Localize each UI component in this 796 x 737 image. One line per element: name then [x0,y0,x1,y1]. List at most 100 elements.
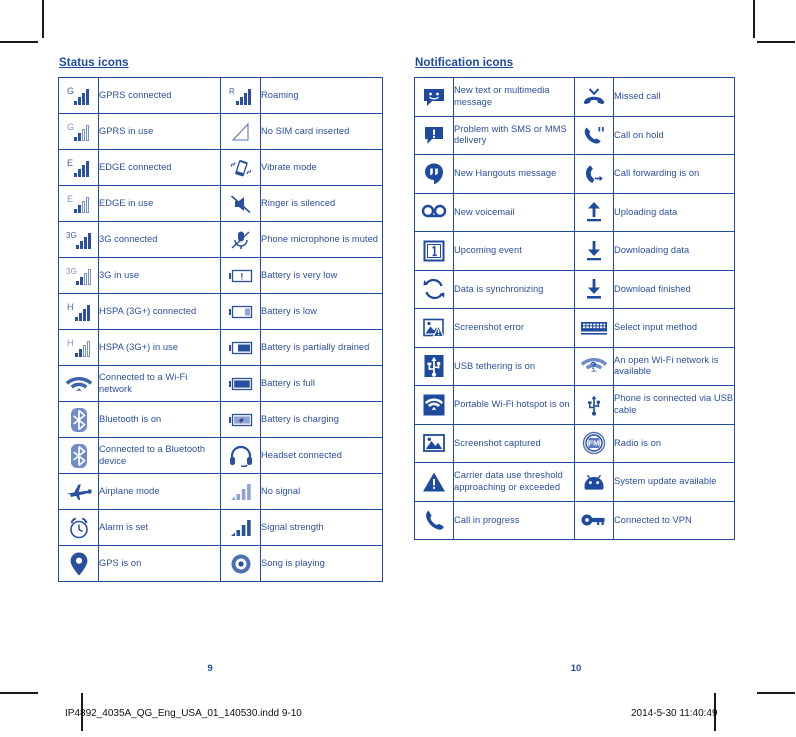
svg-text:G: G [67,86,74,96]
svg-text:?: ? [590,361,596,372]
svg-text:3G: 3G [66,231,77,240]
status-label: GPRS connected [98,77,221,114]
notification-label: Call on hold [613,115,735,155]
gps-on-icon [58,545,99,582]
upcoming-event-icon [414,231,454,271]
headset-connected-icon [220,437,261,474]
status-label: Headset connected [260,437,383,474]
notification-label: Screenshot captured [453,423,575,463]
status-label: EDGE connected [98,149,221,186]
crop-mark-bottom-left-horizontal [0,692,38,694]
battery-full-icon [220,365,261,402]
table-row: Upcoming event Downloading data [414,231,735,271]
alarm-set-icon [58,509,99,546]
print-timestamp: 2014-5-30 11:40:49 [631,708,718,719]
table-row: Airplane mode No signal [58,473,383,510]
status-label: 3G connected [98,221,221,258]
notification-label: Connected to VPN [613,500,735,540]
uploading-data-icon [574,192,614,232]
3g-in-use-icon: 3G [58,257,99,294]
table-row: Screenshot captured FM Radio is on [414,423,735,463]
downloading-data-icon [574,231,614,271]
battery-low-icon [220,293,261,330]
table-row: Carrier data use threshold approaching o… [414,462,735,502]
table-row: Portable Wi-Fi hotspot is on Phone is co… [414,385,735,425]
status-label: HSPA (3G+) in use [98,329,221,366]
table-row: New voicemail Uploading data [414,192,735,232]
right-page-number: 10 [570,663,582,674]
table-row: Connected to a Wi-Fi network Battery is … [58,365,383,402]
missed-call-icon [574,77,614,117]
usb-connected-icon [574,385,614,425]
svg-text:FM: FM [589,439,600,448]
battery-very-low-icon [220,257,261,294]
left-page-number: 9 [207,663,213,674]
table-row: GPS is on Song is playing [58,545,383,582]
wifi-connected-icon [58,365,99,402]
status-label: Battery is charging [260,401,383,438]
status-label: Roaming [260,77,383,114]
table-row: New Hangouts message Call forwarding is … [414,154,735,194]
notification-label: New voicemail [453,192,575,232]
notification-label: New Hangouts message [453,154,575,194]
status-label: No SIM card inserted [260,113,383,150]
voicemail-icon [414,192,454,232]
print-filename: IP4892_4035A_QG_Eng_USA_01_140530.indd 9… [65,708,302,719]
status-label: Battery is partially drained [260,329,383,366]
edge-connected-icon: E [58,149,99,186]
open-wifi-available-icon: ? [574,346,614,386]
table-row: Bluetooth is on Battery is charging [58,401,383,438]
manual-page-spread: Status icons Notification icons G GPRS c… [0,0,796,737]
status-label: Song is playing [260,545,383,582]
table-row: Screenshot error Select input method [414,308,735,348]
status-icons-table: G GPRS connected R Roaming G GPRS in use… [58,77,383,582]
crop-mark-top-right-vertical [753,0,755,38]
notification-label: New text or multimedia message [453,77,575,117]
notification-label: Select input method [613,308,735,348]
battery-partially-drained-icon [220,329,261,366]
vpn-connected-icon [574,500,614,540]
bluetooth-connected-icon [58,437,99,474]
notification-icons-table: New text or multimedia message Missed ca… [414,77,735,540]
airplane-mode-icon [58,473,99,510]
status-label: Connected to a Bluetooth device [98,437,221,474]
status-label: Battery is full [260,365,383,402]
notification-label: Call forwarding is on [613,154,735,194]
status-label: Ringer is silenced [260,185,383,222]
svg-text:E: E [67,158,73,168]
table-row: H HSPA (3G+) in use Battery is partially… [58,329,383,366]
screenshot-error-icon [414,308,454,348]
usb-tethering-icon [414,346,454,386]
svg-text:H: H [67,302,74,312]
notification-label: Phone is connected via USB cable [613,385,735,425]
screenshot-captured-icon [414,423,454,463]
table-row: Call in progress Connected to VPN [414,500,735,540]
system-update-icon [574,462,614,502]
hspa-in-use-icon: H [58,329,99,366]
notification-label: Screenshot error [453,308,575,348]
notification-label: Upcoming event [453,231,575,271]
no-signal-icon [220,473,261,510]
svg-text:G: G [67,122,74,132]
no-sim-card-icon [220,113,261,150]
hspa-connected-icon: H [58,293,99,330]
notification-label: Missed call [613,77,735,117]
status-label: Phone microphone is muted [260,221,383,258]
notification-label: Uploading data [613,192,735,232]
vibrate-mode-icon [220,149,261,186]
notification-label: Radio is on [613,423,735,463]
svg-text:E: E [67,194,73,204]
message-problem-icon [414,115,454,155]
notification-label: Portable Wi-Fi hotspot is on [453,385,575,425]
portable-hotspot-icon [414,385,454,425]
table-row: 3G 3G connected Phone microphone is mute… [58,221,383,258]
table-row: 3G 3G in use Battery is very low [58,257,383,294]
status-label: 3G in use [98,257,221,294]
svg-text:3G: 3G [66,267,77,276]
status-label: Signal strength [260,509,383,546]
call-forwarding-icon [574,154,614,194]
table-row: Problem with SMS or MMS delivery Call on… [414,115,735,155]
status-label: Airplane mode [98,473,221,510]
radio-on-icon: FM [574,423,614,463]
crop-mark-top-left-vertical [42,0,44,38]
